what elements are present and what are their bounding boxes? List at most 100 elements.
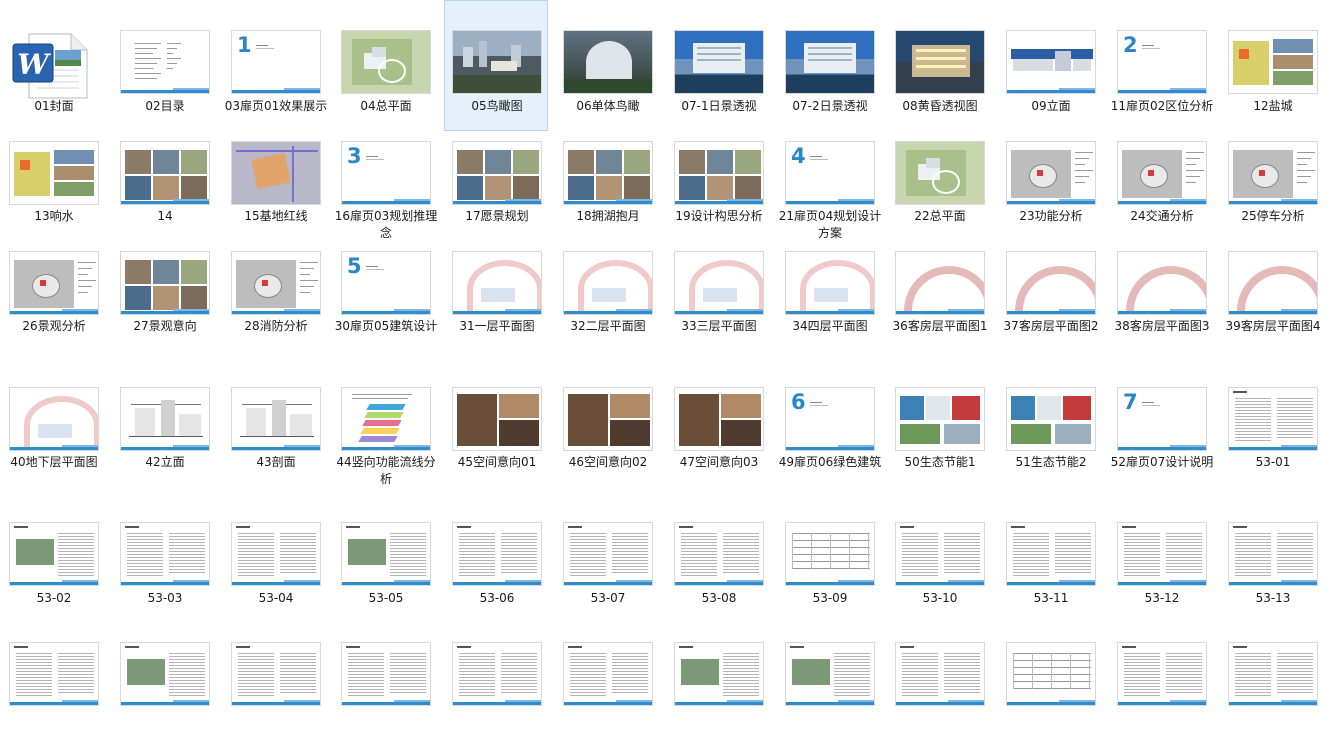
- file-item[interactable]: 53-06: [444, 518, 548, 623]
- slide-thumbnail: 2: [1117, 30, 1207, 94]
- file-item[interactable]: 08黄昏透视图: [887, 0, 991, 131]
- file-item[interactable]: W 01封面: [1, 0, 105, 131]
- file-item[interactable]: 53-09: [777, 518, 881, 623]
- file-item[interactable]: 53-07: [555, 518, 659, 623]
- file-item[interactable]: 26景观分析: [1, 247, 105, 351]
- file-name-label: 23功能分析: [1019, 209, 1083, 223]
- file-item[interactable]: 32二层平面图: [555, 247, 659, 351]
- file-item[interactable]: 14: [112, 137, 216, 241]
- file-item[interactable]: [1220, 638, 1324, 743]
- file-item[interactable]: 36客房层平面图1: [887, 247, 991, 351]
- file-item[interactable]: 33三层平面图: [666, 247, 770, 351]
- file-item[interactable]: 53-05: [333, 518, 437, 623]
- file-item[interactable]: 13响水: [1, 137, 105, 241]
- slide-thumbnail: [341, 30, 431, 94]
- file-item[interactable]: [444, 638, 548, 743]
- file-item[interactable]: 46空间意向02: [555, 383, 659, 487]
- slide-thumbnail: [1006, 141, 1096, 205]
- file-item[interactable]: 39客房层平面图4: [1220, 247, 1324, 351]
- file-item[interactable]: [887, 638, 991, 743]
- slide-thumbnail: [563, 251, 653, 315]
- file-item[interactable]: 15基地红线: [223, 137, 327, 241]
- file-item[interactable]: 53-11: [998, 518, 1102, 623]
- file-name-label: 17愿景规划: [465, 209, 529, 223]
- word-document-icon: W: [12, 33, 88, 99]
- slide-thumbnail: [674, 141, 764, 205]
- slide-thumbnail: [563, 522, 653, 586]
- file-item[interactable]: 23功能分析: [998, 137, 1102, 241]
- file-item[interactable]: 45空间意向01: [444, 383, 548, 487]
- file-item[interactable]: 53-10: [887, 518, 991, 623]
- file-item[interactable]: 3 16扉页03规划推理念: [333, 137, 437, 241]
- file-item[interactable]: 5 30扉页05建筑设计: [333, 247, 437, 351]
- file-name-label: 16扉页03规划推理念: [334, 209, 438, 240]
- file-item[interactable]: 34四层平面图: [777, 247, 881, 351]
- slide-thumbnail: [1006, 642, 1096, 706]
- file-item[interactable]: [112, 638, 216, 743]
- file-item[interactable]: 19设计构思分析: [666, 137, 770, 241]
- file-item[interactable]: 24交通分析: [1109, 137, 1213, 241]
- file-item[interactable]: 43剖面: [223, 383, 327, 487]
- file-name-label: 14: [157, 209, 173, 223]
- slide-thumbnail: [895, 30, 985, 94]
- slide-thumbnail: [1006, 387, 1096, 451]
- file-item[interactable]: 25停车分析: [1220, 137, 1324, 241]
- file-item[interactable]: 02目录: [112, 0, 216, 131]
- file-item[interactable]: 44竖向功能流线分析: [333, 383, 437, 487]
- file-item[interactable]: 37客房层平面图2: [998, 247, 1102, 351]
- file-item[interactable]: 22总平面: [887, 137, 991, 241]
- file-item[interactable]: 1 03扉页01效果展示: [223, 0, 327, 131]
- file-item[interactable]: 2 11扉页02区位分析: [1109, 0, 1213, 131]
- file-item[interactable]: 53-04: [223, 518, 327, 623]
- file-item[interactable]: [555, 638, 659, 743]
- slide-thumbnail: [1117, 642, 1207, 706]
- slide-thumbnail: [1228, 522, 1318, 586]
- file-item[interactable]: 6 49扉页06绿色建筑: [777, 383, 881, 487]
- slide-thumbnail: [674, 642, 764, 706]
- file-item[interactable]: 53-03: [112, 518, 216, 623]
- file-item[interactable]: 09立面: [998, 0, 1102, 131]
- file-item[interactable]: 53-13: [1220, 518, 1324, 623]
- file-name-label: 27景观意向: [133, 319, 197, 333]
- file-item[interactable]: 53-01: [1220, 383, 1324, 487]
- file-item[interactable]: [777, 638, 881, 743]
- file-item[interactable]: 42立面: [112, 383, 216, 487]
- file-item[interactable]: [1109, 638, 1213, 743]
- file-item[interactable]: [223, 638, 327, 743]
- file-item[interactable]: [998, 638, 1102, 743]
- file-item[interactable]: 18拥湖抱月: [555, 137, 659, 241]
- file-item[interactable]: 27景观意向: [112, 247, 216, 351]
- slide-thumbnail: [1228, 387, 1318, 451]
- slide-thumbnail: [674, 30, 764, 94]
- file-item[interactable]: [1, 638, 105, 743]
- file-item[interactable]: 06单体鸟瞰: [555, 0, 659, 131]
- file-item[interactable]: 53-08: [666, 518, 770, 623]
- file-name-label: 50生态节能1: [904, 455, 976, 469]
- file-item[interactable]: 7 52扉页07设计说明: [1109, 383, 1213, 487]
- file-item[interactable]: 05鸟瞰图: [444, 0, 548, 131]
- file-item[interactable]: 51生态节能2: [998, 383, 1102, 487]
- file-item[interactable]: 12盐城: [1220, 0, 1324, 131]
- file-item[interactable]: 07-2日景透视: [777, 0, 881, 131]
- file-name-label: 02目录: [145, 99, 185, 113]
- file-item[interactable]: 53-12: [1109, 518, 1213, 623]
- file-item[interactable]: 50生态节能1: [887, 383, 991, 487]
- file-item[interactable]: 4 21扉页04规划设计方案: [777, 137, 881, 241]
- slide-thumbnail: [895, 522, 985, 586]
- file-item[interactable]: 47空间意向03: [666, 383, 770, 487]
- file-item[interactable]: 38客房层平面图3: [1109, 247, 1213, 351]
- file-item[interactable]: 28消防分析: [223, 247, 327, 351]
- file-item[interactable]: 40地下层平面图: [1, 383, 105, 487]
- file-item[interactable]: [333, 638, 437, 743]
- file-name-label: 24交通分析: [1130, 209, 1194, 223]
- file-item[interactable]: 31一层平面图: [444, 247, 548, 351]
- file-item[interactable]: [666, 638, 770, 743]
- slide-thumbnail: [895, 251, 985, 315]
- file-name-label: 53-10: [922, 591, 958, 605]
- file-item[interactable]: 07-1日景透视: [666, 0, 770, 131]
- slide-thumbnail: 1: [231, 30, 321, 94]
- file-item[interactable]: 04总平面: [333, 0, 437, 131]
- file-item[interactable]: 53-02: [1, 518, 105, 623]
- slide-thumbnail: 5: [341, 251, 431, 315]
- file-item[interactable]: 17愿景规划: [444, 137, 548, 241]
